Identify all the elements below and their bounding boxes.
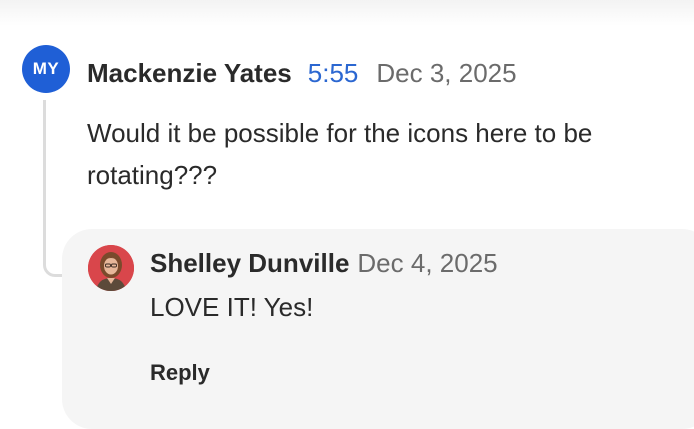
comment-text: Would it be possible for the icons here … xyxy=(87,118,593,190)
comment-thread: MY Mackenzie Yates 5:55 Dec 3, 2025 Woul… xyxy=(0,0,694,429)
comment-author[interactable]: Mackenzie Yates xyxy=(87,58,292,89)
reply-header: Shelley Dunville Dec 4, 2025 xyxy=(150,248,498,279)
reply-text: LOVE IT! Yes! xyxy=(150,292,314,322)
comment-date: Dec 3, 2025 xyxy=(376,58,517,88)
avatar[interactable]: MY xyxy=(22,45,70,93)
reply-author[interactable]: Shelley Dunville xyxy=(150,248,349,279)
comment-time-link[interactable]: 5:55 xyxy=(308,58,359,89)
avatar-initials: MY xyxy=(32,59,60,78)
reply-button[interactable]: Reply xyxy=(150,360,210,386)
reply-date: Dec 4, 2025 xyxy=(357,248,498,278)
user-photo-icon xyxy=(88,245,134,291)
comment-header: Mackenzie Yates 5:55 Dec 3, 2025 xyxy=(87,58,517,89)
reply-avatar[interactable] xyxy=(88,245,134,291)
